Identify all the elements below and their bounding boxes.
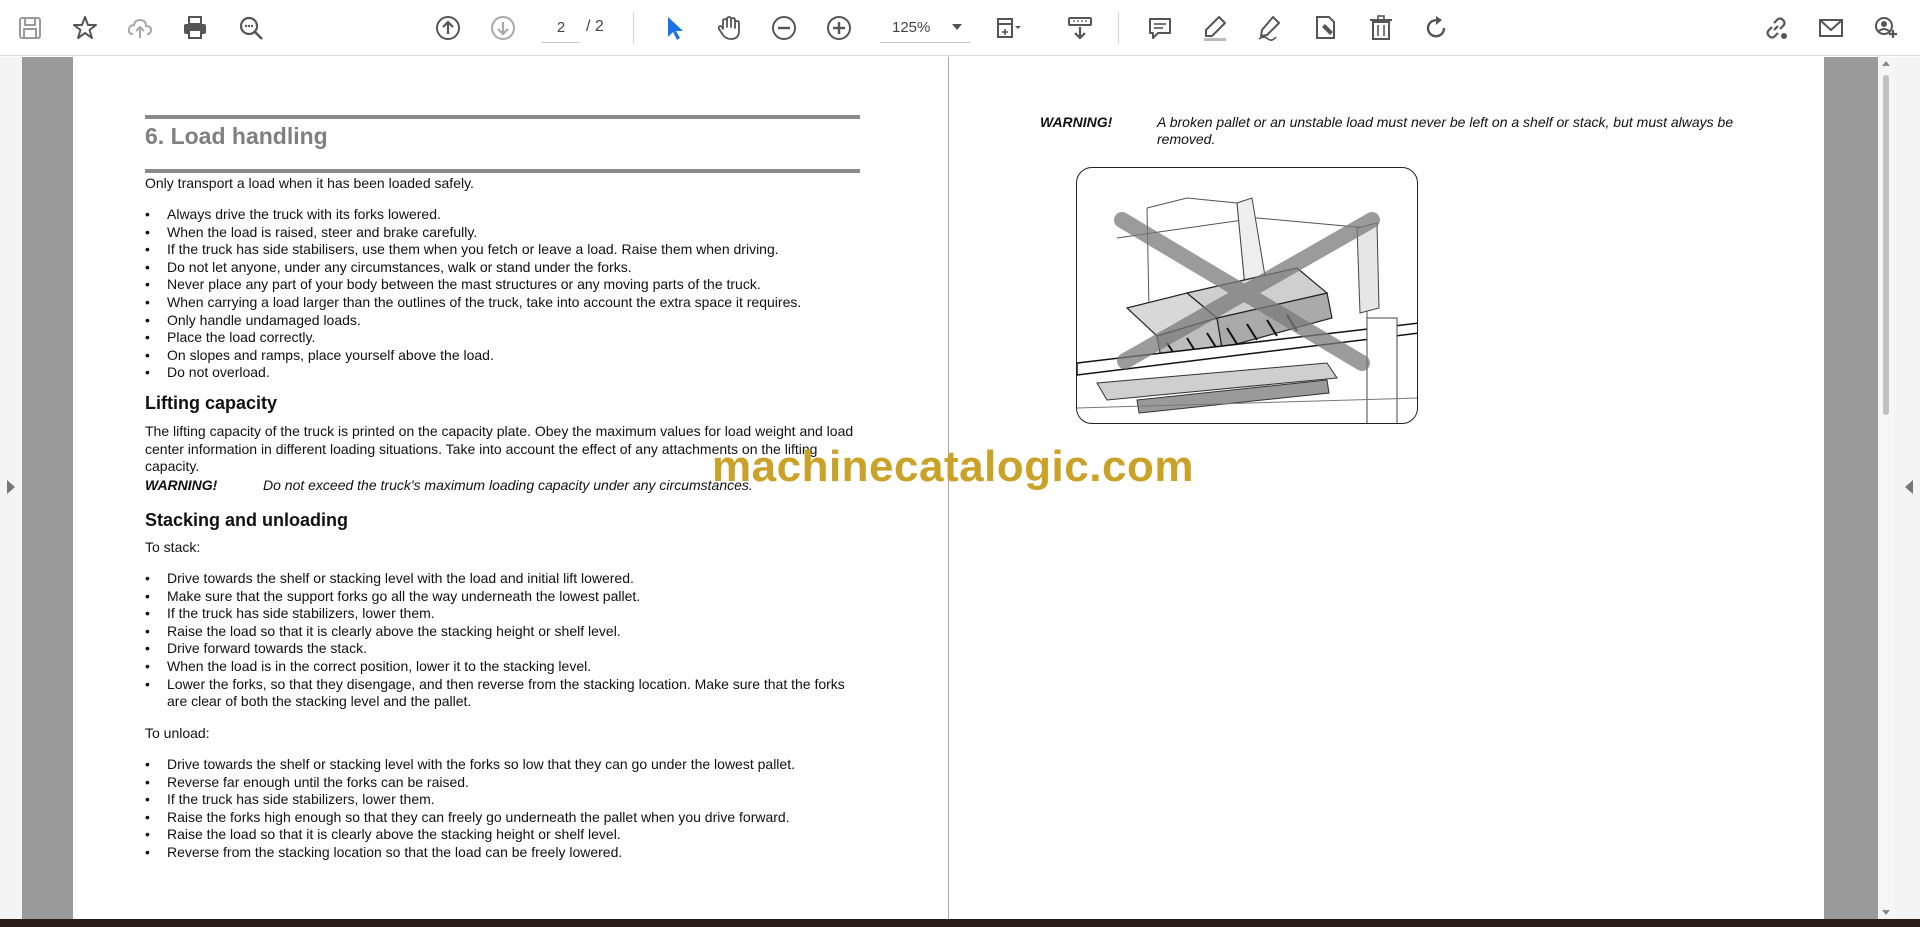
chevron-down-icon xyxy=(952,24,962,30)
vertical-scrollbar[interactable] xyxy=(1878,57,1894,919)
list-item: Reverse from the stacking location so th… xyxy=(145,844,860,862)
list-item: Do not let anyone, under any circumstanc… xyxy=(145,259,860,277)
expand-left-panel-icon[interactable] xyxy=(7,480,15,494)
scroll-down-icon[interactable] xyxy=(1882,910,1890,915)
list-item: Always drive the truck with its forks lo… xyxy=(145,206,860,224)
warning-label: WARNING! xyxy=(145,477,218,493)
list-item: Only handle undamaged loads. xyxy=(145,312,860,330)
list-item: Lower the forks, so that they disengage,… xyxy=(145,676,860,711)
list-item: If the truck has side stabilizers, lower… xyxy=(145,791,860,809)
list-item: If the truck has side stabilisers, use t… xyxy=(145,241,860,259)
print-icon[interactable] xyxy=(177,10,213,46)
hand-pan-icon[interactable] xyxy=(711,10,747,46)
list-item: Raise the load so that it is clearly abo… xyxy=(145,623,860,641)
intro-text: Only transport a load when it has been l… xyxy=(145,175,474,191)
warning-text-right: A broken pallet or an unstable load must… xyxy=(1157,114,1734,147)
list-item: Make sure that the support forks go all … xyxy=(145,588,860,606)
to-unload-label: To unload: xyxy=(145,725,210,741)
scroll-mode-icon[interactable] xyxy=(1062,10,1098,46)
section-title: 6. Load handling xyxy=(145,123,328,149)
list-item: When carrying a load larger than the out… xyxy=(145,294,860,312)
list-item: Never place any part of your body betwee… xyxy=(145,276,860,294)
list-item: Drive towards the shelf or stacking leve… xyxy=(145,570,860,588)
page-margin-right xyxy=(1824,57,1878,919)
email-icon[interactable] xyxy=(1813,10,1849,46)
list-item: Place the load correctly. xyxy=(145,329,860,347)
save-icon[interactable] xyxy=(12,10,48,46)
list-item: On slopes and ramps, place yourself abov… xyxy=(145,347,860,365)
page-total-label: / 2 xyxy=(586,18,604,35)
delete-trash-icon[interactable] xyxy=(1363,10,1399,46)
select-cursor-icon[interactable] xyxy=(656,10,692,46)
title-rule-top xyxy=(145,115,860,119)
list-item: Reverse far enough until the forks can b… xyxy=(145,774,860,792)
page-number-input[interactable] xyxy=(542,13,580,43)
list-item: Do not overload. xyxy=(145,364,860,382)
document-viewer[interactable]: 6. Load handling Only transport a load w… xyxy=(0,57,1920,919)
page-margin-left xyxy=(22,57,73,919)
list-item: Raise the forks high enough so that they… xyxy=(145,809,860,827)
lifting-capacity-heading: Lifting capacity xyxy=(145,393,278,413)
cloud-upload-icon[interactable] xyxy=(122,10,158,46)
page-down-icon[interactable] xyxy=(485,10,521,46)
list-item: Drive forward towards the stack. xyxy=(145,640,860,658)
scroll-up-icon[interactable] xyxy=(1882,61,1890,66)
stamp-icon[interactable] xyxy=(1307,10,1343,46)
account-icon[interactable] xyxy=(1868,10,1904,46)
zoom-in-icon[interactable] xyxy=(821,10,857,46)
warning-label-right: WARNING! xyxy=(1040,114,1113,130)
stacking-bullet-list: Drive towards the shelf or stacking leve… xyxy=(145,570,860,711)
zoom-level-value: 125% xyxy=(892,19,931,36)
scrollbar-thumb[interactable] xyxy=(1883,75,1889,415)
zoom-level-select[interactable]: 125% xyxy=(880,13,970,43)
stacking-heading: Stacking and unloading xyxy=(145,510,349,530)
sign-pen-icon[interactable] xyxy=(1252,10,1288,46)
toolbar-separator xyxy=(633,12,634,44)
rotate-icon[interactable] xyxy=(1418,10,1454,46)
page-up-icon[interactable] xyxy=(430,10,466,46)
highlight-pen-icon[interactable] xyxy=(1197,10,1233,46)
broken-pallet-illustration xyxy=(1076,167,1418,424)
toolbar-separator xyxy=(1118,12,1119,44)
pdf-viewer-app: / 2 125% xyxy=(0,0,1920,927)
unloading-bullet-list: Drive towards the shelf or stacking leve… xyxy=(145,756,860,862)
expand-right-panel-icon[interactable] xyxy=(1905,480,1913,494)
share-link-icon[interactable] xyxy=(1758,10,1794,46)
list-item: When the load is in the correct position… xyxy=(145,658,860,676)
bottom-taskbar-edge xyxy=(0,919,1920,927)
fit-page-icon[interactable] xyxy=(990,10,1026,46)
list-item: If the truck has side stabilizers, lower… xyxy=(145,605,860,623)
zoom-search-icon[interactable] xyxy=(233,10,269,46)
to-stack-label: To stack: xyxy=(145,539,201,555)
title-rule-bottom xyxy=(145,169,860,173)
bookmark-star-icon[interactable] xyxy=(67,10,103,46)
toolbar: / 2 125% xyxy=(0,0,1920,56)
list-item: Drive towards the shelf or stacking leve… xyxy=(145,756,860,774)
list-item: When the load is raised, steer and brake… xyxy=(145,224,860,242)
comment-icon[interactable] xyxy=(1142,10,1178,46)
watermark-text: machinecatalogic.com xyxy=(712,442,1194,491)
zoom-out-icon[interactable] xyxy=(766,10,802,46)
warning-text: Do not exceed the truck's maximum loadin… xyxy=(263,477,753,493)
safety-bullet-list: Always drive the truck with its forks lo… xyxy=(145,206,860,382)
list-item: Raise the load so that it is clearly abo… xyxy=(145,826,860,844)
